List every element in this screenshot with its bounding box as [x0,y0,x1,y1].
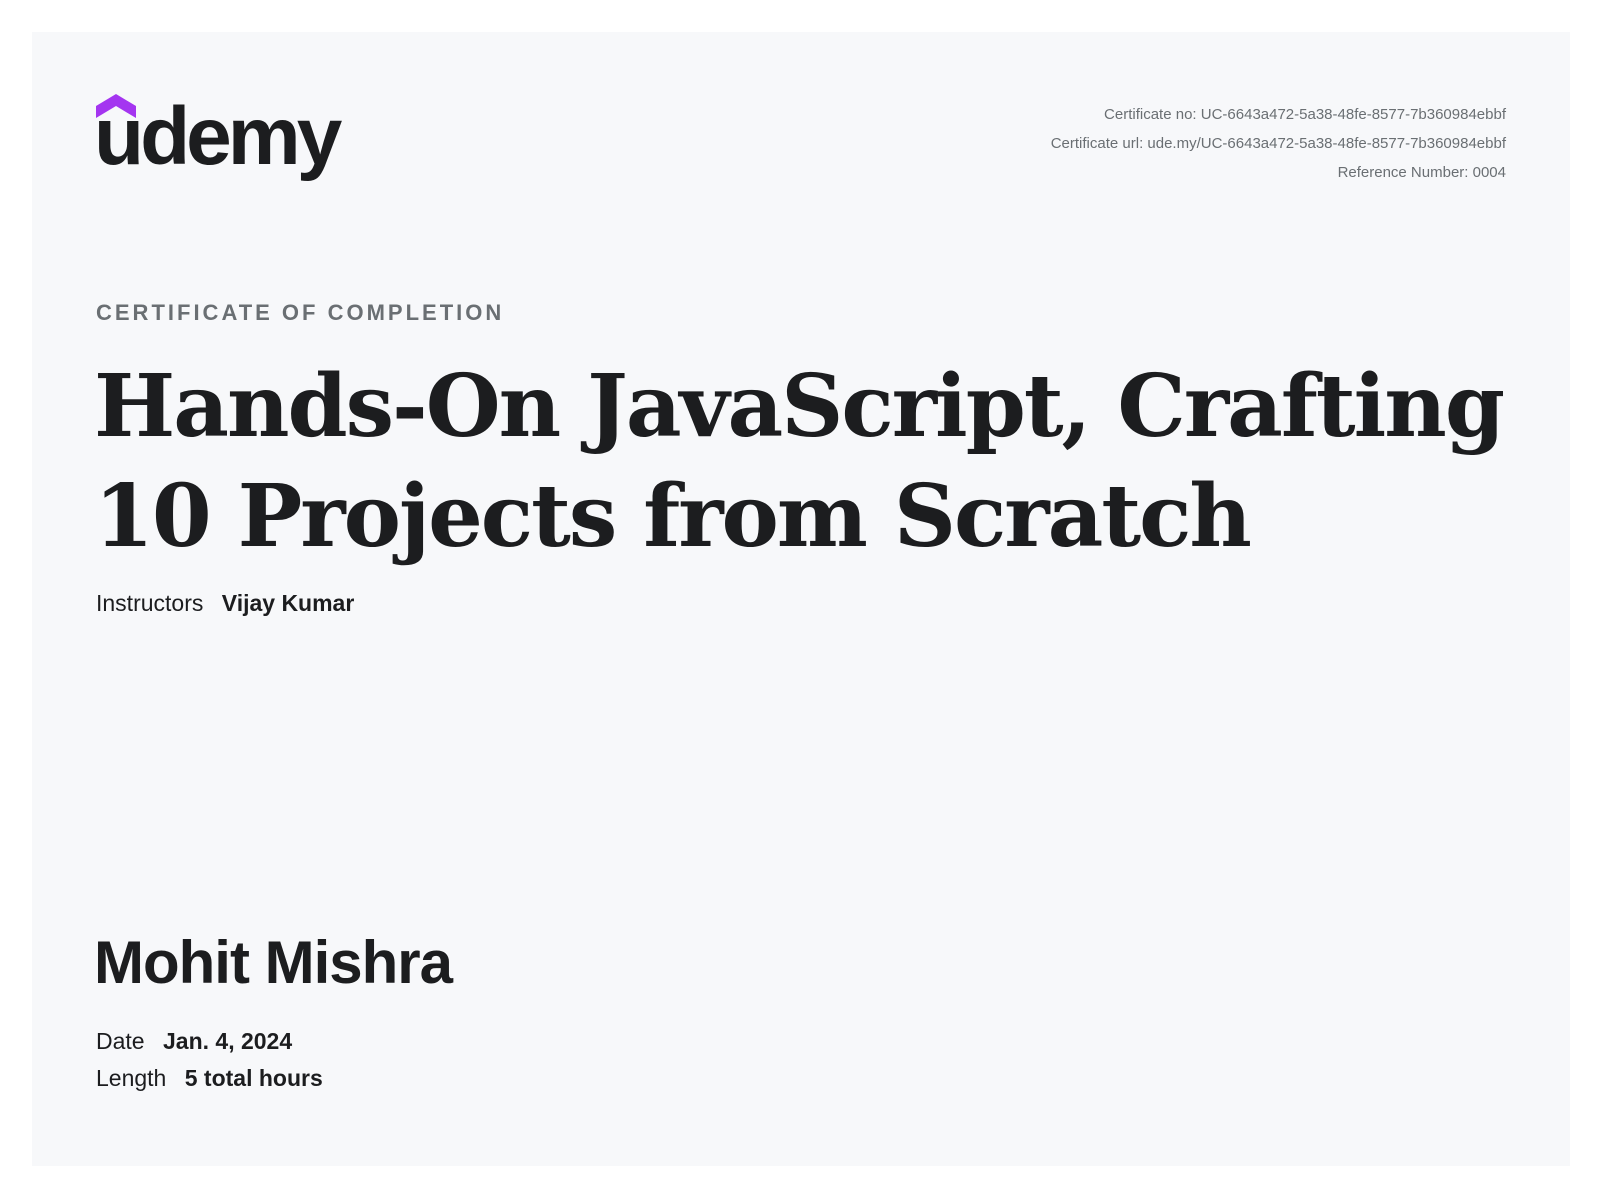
course-title: Hands-On JavaScript, Crafting 10 Project… [94,356,1505,567]
date-value: Jan. 4, 2024 [162,1028,293,1054]
certificate-sheet: udemy Certificate no: UC-6643a472-5a38-4… [32,32,1570,1166]
length-value: 5 total hours [184,1065,323,1091]
recipient-name: Mohit Mishra [94,929,453,996]
length-label: Length [96,1065,167,1091]
certificate-eyebrow: CERTIFICATE OF COMPLETION [96,300,505,325]
instructors-value: Vijay Kumar [221,590,355,616]
date-row: Date Jan. 4, 2024 [96,1028,292,1055]
length-row: Length 5 total hours [96,1065,323,1092]
instructors-row: Instructors Vijay Kumar [96,590,354,617]
logo-wordmark: udemy [94,91,342,182]
reference-number: Reference Number: 0004 [1337,164,1506,181]
date-label: Date [96,1028,145,1054]
udemy-logo: udemy [94,91,356,194]
certificate-meta: Certificate no: UC-6643a472-5a38-48fe-85… [1051,100,1506,187]
instructors-label: Instructors [96,590,204,616]
certificate-number: Certificate no: UC-6643a472-5a38-48fe-85… [1104,106,1506,123]
certificate-url: Certificate url: ude.my/UC-6643a472-5a38… [1050,135,1506,152]
